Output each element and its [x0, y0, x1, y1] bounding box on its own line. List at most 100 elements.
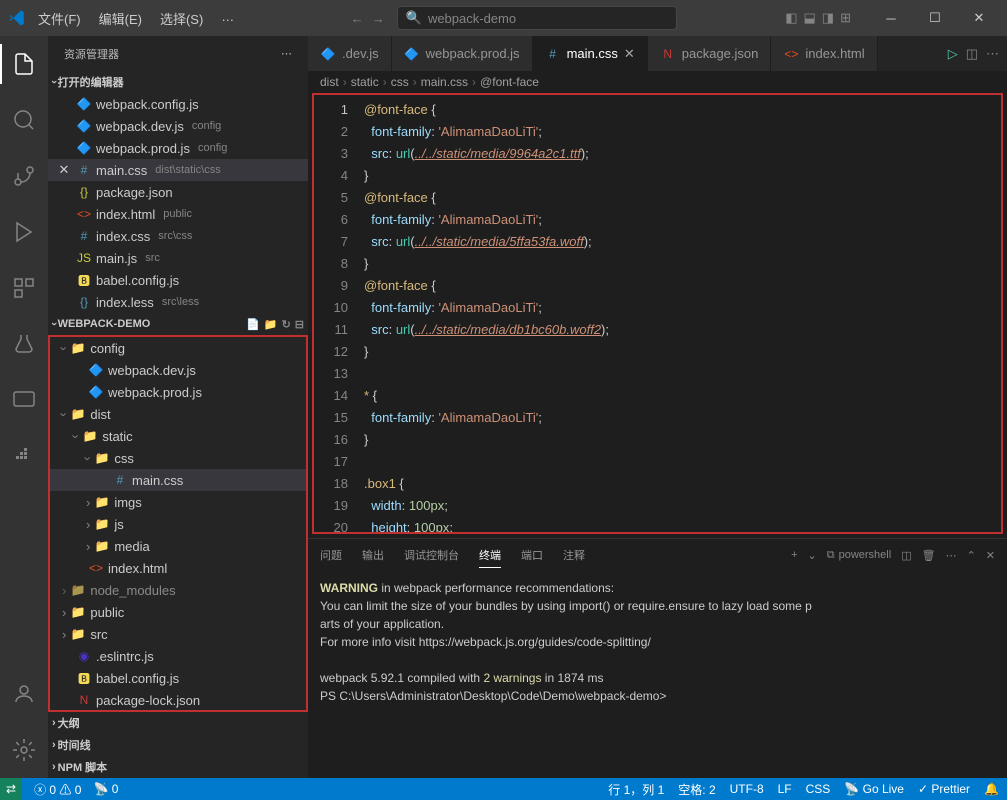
timeline-header[interactable]: ›时间线	[48, 734, 308, 756]
layout-customize-icon[interactable]: ⊞	[840, 10, 851, 26]
status-errors[interactable]: ⓧ 0 ⚠ 0	[34, 781, 81, 798]
open-editors-header[interactable]: › 打开的编辑器	[48, 71, 308, 93]
breadcrumb-item[interactable]: dist	[320, 75, 339, 89]
menu-select[interactable]: 选择(S)	[152, 5, 211, 32]
terminal-trash-icon[interactable]: 🗑	[922, 549, 936, 562]
tree-file[interactable]: 🔷webpack.prod.js	[50, 381, 306, 403]
open-editor-item[interactable]: 🔷webpack.dev.jsconfig	[48, 115, 308, 137]
terminal-more-icon[interactable]: ⋯	[946, 549, 957, 562]
tree-folder[interactable]: ›📁js	[50, 513, 306, 535]
terminal-split-icon[interactable]: ◫	[901, 549, 911, 562]
editor-tab[interactable]: 🔷webpack.prod.js	[392, 36, 533, 71]
terminal-tab[interactable]: 注释	[563, 543, 585, 567]
activity-testing[interactable]	[0, 324, 48, 364]
tree-folder[interactable]: ›📁public	[50, 601, 306, 623]
open-editor-item[interactable]: ✕#main.cssdist\static\css	[48, 159, 308, 181]
command-center[interactable]: 🔍 webpack-demo	[397, 6, 677, 30]
tree-folder[interactable]: ›📁imgs	[50, 491, 306, 513]
breadcrumb[interactable]: dist›static›css›main.css›@font-face	[308, 71, 1007, 93]
minimap[interactable]	[921, 95, 1001, 532]
terminal-maximize-icon[interactable]: ⌃	[967, 549, 976, 562]
open-editor-item[interactable]: 🔷webpack.prod.jsconfig	[48, 137, 308, 159]
tree-file[interactable]: 🅱babel.config.js	[50, 667, 306, 689]
tree-file[interactable]: 🔷webpack.dev.js	[50, 359, 306, 381]
remote-button[interactable]: ⇄	[0, 778, 22, 800]
tree-file[interactable]: Npackage-lock.json	[50, 689, 306, 711]
breadcrumb-item[interactable]: css	[391, 75, 409, 89]
activity-docker[interactable]	[0, 436, 48, 476]
terminal-tab[interactable]: 输出	[362, 543, 384, 567]
activity-settings[interactable]	[0, 730, 48, 770]
activity-explorer[interactable]	[0, 44, 48, 84]
terminal-tab[interactable]: 端口	[521, 543, 543, 567]
activity-extensions[interactable]	[0, 268, 48, 308]
maximize-button[interactable]: ☐	[915, 3, 955, 33]
editor-tab[interactable]: #main.css✕	[533, 36, 648, 71]
close-button[interactable]: ✕	[959, 3, 999, 33]
new-file-icon[interactable]: 📄	[246, 318, 260, 331]
status-golive[interactable]: 📡 Go Live	[844, 782, 904, 796]
npm-scripts-header[interactable]: ›NPM 脚本	[48, 756, 308, 778]
status-ports[interactable]: 📡 0	[93, 782, 118, 796]
sidebar-more-icon[interactable]: ⋯	[281, 47, 292, 60]
new-folder-icon[interactable]: 📁	[264, 318, 278, 331]
nav-back-icon[interactable]: ←	[351, 11, 364, 26]
nav-forward-icon[interactable]: →	[372, 11, 385, 26]
layout-sidebar-left-icon[interactable]: ◧	[785, 10, 797, 26]
code-editor[interactable]: 1234567891011121314151617181920 @font-fa…	[312, 93, 1003, 534]
tree-file[interactable]: ◉.eslintrc.js	[50, 645, 306, 667]
split-editor-icon[interactable]: ◫	[966, 46, 978, 62]
tree-file[interactable]: <>index.html	[50, 557, 306, 579]
terminal-dropdown-icon[interactable]: ⌄	[808, 549, 817, 562]
tree-folder[interactable]: ›📁src	[50, 623, 306, 645]
outline-header[interactable]: ›大纲	[48, 712, 308, 734]
status-cursor[interactable]: 行 1，列 1	[608, 781, 664, 798]
tree-folder[interactable]: ›📁dist	[50, 403, 306, 425]
status-prettier[interactable]: ✓ Prettier	[918, 782, 970, 796]
layout-sidebar-right-icon[interactable]: ◨	[822, 10, 834, 26]
tree-folder[interactable]: ›📁media	[50, 535, 306, 557]
open-editor-item[interactable]: 🅱babel.config.js	[48, 269, 308, 291]
layout-panel-icon[interactable]: ⬓	[804, 10, 816, 26]
terminal-close-icon[interactable]: ✕	[986, 549, 995, 562]
tree-folder[interactable]: ›📁config	[50, 337, 306, 359]
activity-debug[interactable]	[0, 212, 48, 252]
terminal-tab[interactable]: 调试控制台	[404, 543, 459, 567]
editor-tab[interactable]: Npackage.json	[648, 36, 772, 71]
menu-file[interactable]: 文件(F)	[30, 5, 89, 32]
editor-tab[interactable]: 🔷.dev.js	[308, 36, 392, 71]
status-bell-icon[interactable]: 🔔	[984, 782, 999, 796]
tree-folder[interactable]: ›📁static	[50, 425, 306, 447]
terminal-tab[interactable]: 终端	[479, 543, 501, 568]
run-icon[interactable]: ▷	[948, 46, 958, 62]
open-editor-item[interactable]: 🔷webpack.config.js	[48, 93, 308, 115]
tree-folder[interactable]: ›📁css	[50, 447, 306, 469]
menu-edit[interactable]: 编辑(E)	[91, 5, 150, 32]
activity-remote[interactable]	[0, 380, 48, 420]
activity-accounts[interactable]	[0, 674, 48, 714]
minimize-button[interactable]: ─	[871, 3, 911, 33]
close-icon[interactable]: ✕	[624, 46, 635, 62]
open-editor-item[interactable]: #index.csssrc\css	[48, 225, 308, 247]
status-spaces[interactable]: 空格: 2	[678, 781, 715, 798]
editor-tab[interactable]: <>index.html	[771, 36, 877, 71]
status-encoding[interactable]: UTF-8	[730, 782, 764, 796]
tree-file[interactable]: #main.css	[50, 469, 306, 491]
terminal-add-icon[interactable]: +	[791, 549, 797, 561]
breadcrumb-item[interactable]: main.css	[421, 75, 468, 89]
collapse-icon[interactable]: ⊟	[295, 318, 304, 331]
breadcrumb-item[interactable]: static	[351, 75, 379, 89]
terminal-output[interactable]: WARNING in webpack performance recommend…	[308, 571, 1007, 778]
editor-more-icon[interactable]: ⋯	[986, 46, 999, 62]
tree-folder[interactable]: ›📁node_modules	[50, 579, 306, 601]
open-editor-item[interactable]: JSmain.jssrc	[48, 247, 308, 269]
open-editor-item[interactable]: <>index.htmlpublic	[48, 203, 308, 225]
activity-search[interactable]	[0, 100, 48, 140]
menu-more[interactable]: …	[213, 5, 242, 32]
open-editor-item[interactable]: {}package.json	[48, 181, 308, 203]
project-header[interactable]: › WEBPACK-DEMO 📄 📁 ↻ ⊟	[48, 313, 308, 335]
open-editor-item[interactable]: {}index.lesssrc\less	[48, 291, 308, 313]
activity-scm[interactable]	[0, 156, 48, 196]
terminal-tab[interactable]: 问题	[320, 543, 342, 567]
status-eol[interactable]: LF	[778, 782, 792, 796]
